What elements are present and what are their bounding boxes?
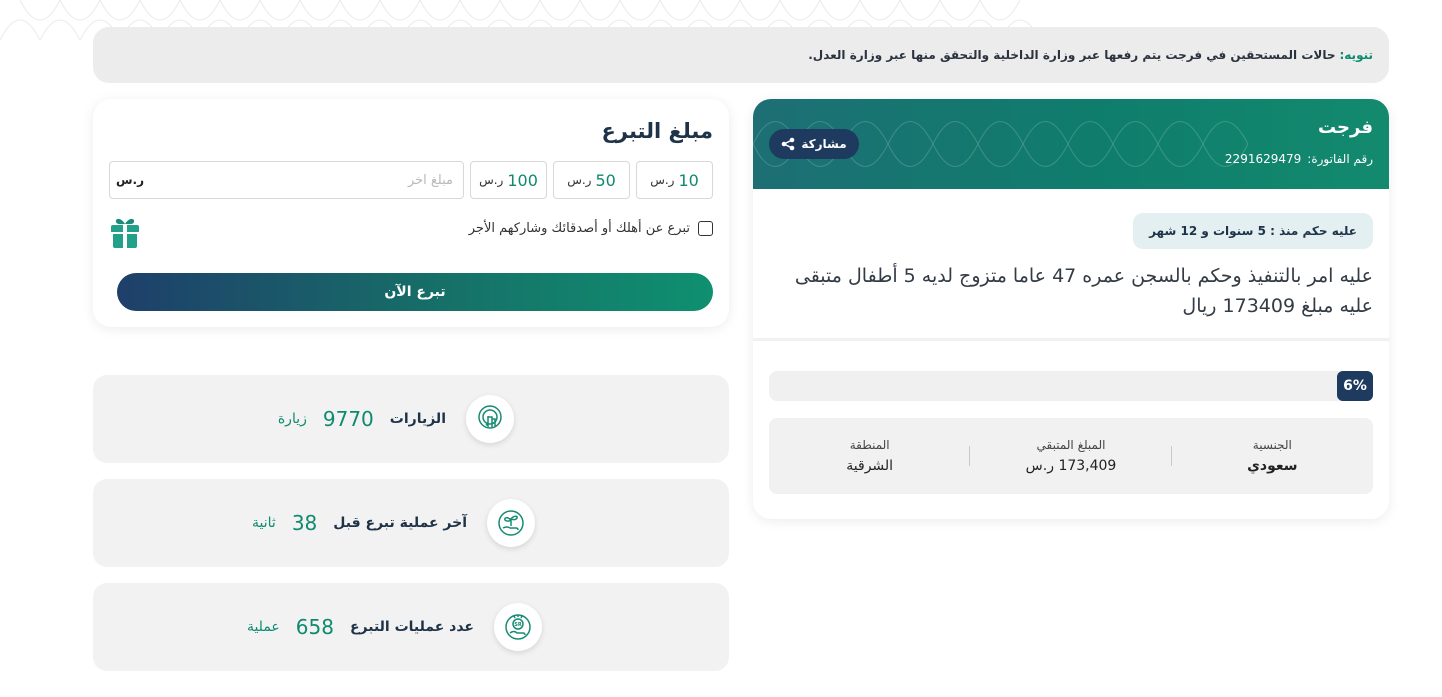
- stat-label: الجنسية: [1252, 438, 1292, 452]
- gift-icon: [111, 218, 139, 248]
- donation-count-row: SR عدد عمليات التبرع 658 عملية: [93, 583, 729, 671]
- case-body: عليه حكم منذ : 5 سنوات و 12 شهر عليه امر…: [753, 189, 1389, 341]
- touch-icon: [478, 405, 502, 429]
- riyal-hand-icon: SR: [505, 614, 531, 640]
- invoice-info: رقم الفاتورة: 2291629479: [1225, 152, 1373, 166]
- last-donation-content: آخر عملية تبرع قبل 38 ثانية: [252, 479, 535, 567]
- invoice-label: رقم الفاتورة:: [1307, 152, 1373, 166]
- info-unit: زيارة: [277, 411, 307, 427]
- share-label: مشاركة: [801, 137, 847, 151]
- info-icon-wrap: SR: [494, 603, 542, 651]
- amount-value: 100: [507, 170, 538, 190]
- stat-label: المبلغ المتبقي: [1036, 438, 1106, 452]
- stat-region: المنطقة الشرقية: [769, 438, 971, 474]
- notice-lead: تنويه:: [1339, 48, 1373, 62]
- stat-nationality: الجنسية سعودي: [1172, 438, 1373, 474]
- case-stats: الجنسية سعودي المبلغ المتبقي 173,409 ر.س…: [769, 418, 1373, 494]
- stat-value: سعودي: [1247, 458, 1298, 474]
- donate-now-button[interactable]: تبرع الآن: [117, 273, 713, 311]
- info-label: عدد عمليات التبرع: [349, 619, 474, 635]
- notice-text: حالات المستحقين في فرجت يتم رفعها عبر وز…: [808, 48, 1336, 62]
- case-title: فرجت: [1317, 117, 1373, 138]
- donation-title: مبلغ التبرع: [601, 119, 713, 143]
- info-label: الزيارات: [389, 411, 446, 427]
- progress-bar: 6%: [769, 371, 1373, 401]
- amount-currency: ر.س: [567, 173, 592, 187]
- svg-text:SR: SR: [514, 622, 522, 628]
- other-amount-field: ر.س: [109, 161, 464, 199]
- info-label: آخر عملية تبرع قبل: [333, 515, 467, 531]
- other-amount-input[interactable]: [193, 162, 453, 198]
- progress-percent: 6%: [1337, 371, 1373, 401]
- amount-button-10[interactable]: 10 ر.س: [636, 161, 713, 199]
- amount-value: 50: [595, 170, 616, 190]
- info-unit: عملية: [246, 619, 280, 635]
- info-value: 9770: [322, 407, 374, 431]
- stat-remaining-amount: المبلغ المتبقي 173,409 ر.س: [970, 438, 1173, 474]
- donation-count-content: SR عدد عمليات التبرع 658 عملية: [247, 583, 542, 671]
- share-button[interactable]: مشاركة: [769, 129, 859, 159]
- plant-hand-icon: [498, 510, 524, 536]
- info-value: 658: [295, 615, 334, 639]
- amount-currency: ر.س: [479, 173, 504, 187]
- info-unit: ثانية: [252, 515, 276, 531]
- notice-bar: تنويه: حالات المستحقين في فرجت يتم رفعها…: [93, 27, 1389, 83]
- amount-button-50[interactable]: 50 ر.س: [553, 161, 630, 199]
- visits-content: الزيارات 9770 زيارة: [278, 375, 514, 463]
- stat-label: المنطقة: [849, 438, 890, 452]
- stat-value: 173,409 ر.س: [1025, 458, 1117, 474]
- other-amount-currency: ر.س: [116, 173, 145, 187]
- stat-value: الشرقية: [846, 458, 894, 474]
- last-donation-row: آخر عملية تبرع قبل 38 ثانية: [93, 479, 729, 567]
- amount-value: 10: [678, 170, 699, 190]
- info-icon-wrap: [487, 499, 535, 547]
- gift-option[interactable]: تبرع عن أهلك أو أصدقائك وشاركهم الأجر: [469, 221, 713, 236]
- share-icon: [782, 137, 795, 151]
- case-header: فرجت رقم الفاتورة: 2291629479 مشاركة: [753, 99, 1389, 189]
- info-value: 38: [291, 511, 318, 535]
- case-card: فرجت رقم الفاتورة: 2291629479 مشاركة علي…: [753, 99, 1389, 519]
- sentence-badge: عليه حكم منذ : 5 سنوات و 12 شهر: [1133, 213, 1373, 249]
- amount-currency: ر.س: [650, 173, 675, 187]
- gift-label: تبرع عن أهلك أو أصدقائك وشاركهم الأجر: [468, 221, 690, 236]
- amount-options: 10 ر.س 50 ر.س 100 ر.س ر.س: [109, 161, 713, 199]
- info-icon-wrap: [466, 395, 514, 443]
- amount-button-100[interactable]: 100 ر.س: [470, 161, 547, 199]
- invoice-number: 2291629479: [1224, 152, 1302, 166]
- case-description: عليه امر بالتنفيذ وحكم بالسجن عمره 47 عا…: [794, 265, 1373, 317]
- donation-card: مبلغ التبرع 10 ر.س 50 ر.س 100 ر.س ر.س تب…: [93, 99, 729, 327]
- visits-row: الزيارات 9770 زيارة: [93, 375, 729, 463]
- gift-checkbox[interactable]: [698, 221, 713, 236]
